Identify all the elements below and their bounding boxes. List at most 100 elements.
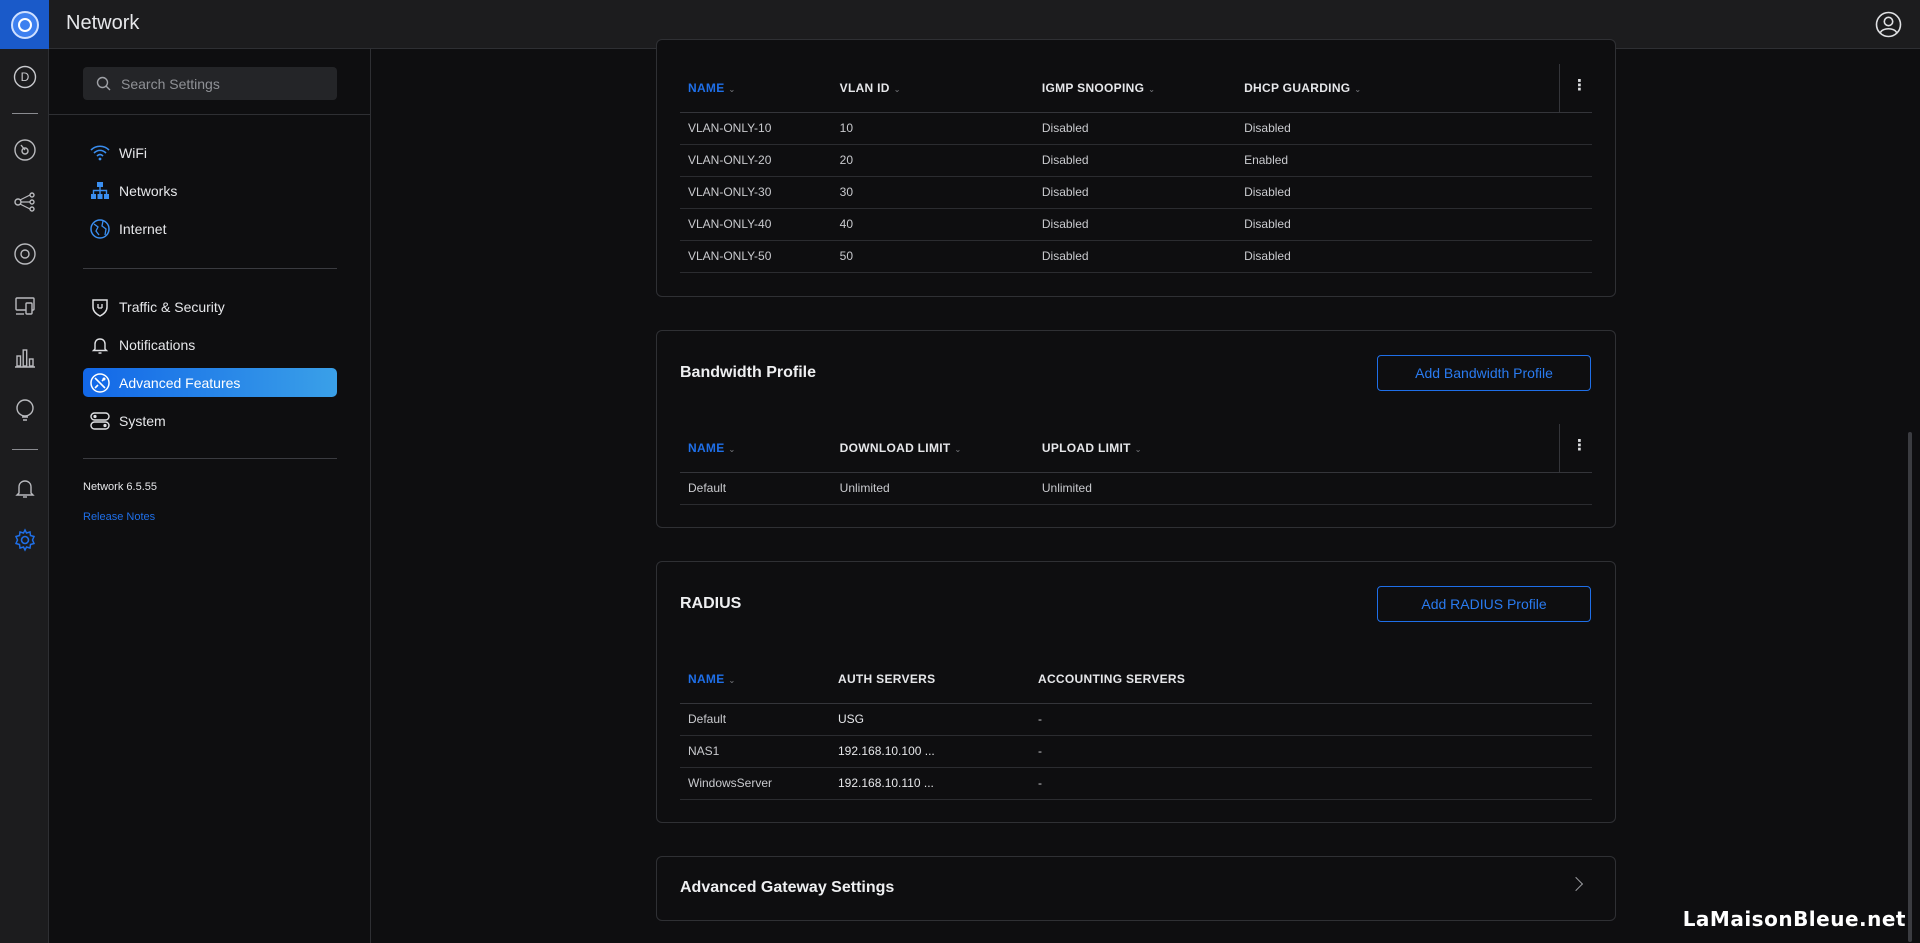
app-title: Network	[66, 12, 140, 34]
column-header-accounting-servers: ACCOUNTING SERVERS	[1030, 655, 1592, 704]
sidebar-item-label: Notifications	[119, 336, 196, 353]
sidebar-divider	[83, 458, 337, 459]
internet-icon	[90, 219, 110, 239]
sidebar-item-advanced-features[interactable]: Advanced Features	[83, 368, 337, 397]
left-rail: D	[0, 49, 49, 943]
table-row[interactable]: VLAN-ONLY-50 50 Disabled Disabled	[680, 240, 1592, 273]
settings-icon	[14, 528, 36, 552]
kebab-menu-icon	[1572, 436, 1587, 454]
card-title: Advanced Gateway Settings	[680, 879, 895, 896]
alerts-icon	[15, 480, 35, 498]
networks-icon	[91, 182, 109, 199]
shield-icon	[92, 299, 108, 317]
bandwidth-profile-card: Bandwidth Profile Add Bandwidth Profile …	[656, 330, 1616, 528]
topology-icon	[14, 192, 35, 212]
sidebar-item-system[interactable]: System	[83, 406, 337, 435]
column-header-name[interactable]: NAME ⌄	[680, 424, 832, 473]
sidebar-item-label: System	[119, 412, 166, 429]
watermark: LaMaisonBleue.net	[1682, 907, 1906, 931]
version-label: Network 6.5.55	[83, 481, 157, 493]
sort-caret-icon: ⌄	[728, 444, 736, 454]
column-header-vlan-id[interactable]: VLAN ID ⌄	[831, 64, 1034, 113]
column-header-auth-servers: AUTH SERVERS	[830, 655, 1030, 704]
vlan-card: NAME ⌄ VLAN ID ⌄ IGMP SNOOPING ⌄ DHCP GUARD…	[656, 39, 1616, 297]
rail-item-settings[interactable]	[12, 527, 38, 553]
app-logo[interactable]	[0, 0, 49, 49]
rail-item-dashboard[interactable]	[12, 137, 38, 163]
release-notes-link[interactable]: Release Notes	[83, 511, 155, 523]
card-title: RADIUS	[680, 595, 742, 612]
column-header-download-limit[interactable]: DOWNLOAD LIMIT ⌄	[831, 424, 1034, 473]
table-row[interactable]: VLAN-ONLY-10 10 Disabled Disabled	[680, 112, 1592, 145]
sort-caret-icon: ⌄	[893, 84, 901, 94]
rail-item-insights[interactable]	[12, 397, 38, 423]
rail-item-statistics[interactable]	[12, 345, 38, 371]
radius-card: RADIUS Add RADIUS Profile NAME ⌄ AUTH SER…	[656, 561, 1616, 823]
add-bandwidth-profile-button[interactable]: Add Bandwidth Profile	[1377, 355, 1591, 391]
clients-icon	[15, 297, 35, 315]
sidebar-item-label: Internet	[119, 220, 167, 237]
system-icon	[90, 412, 110, 430]
user-account-icon[interactable]	[1875, 11, 1902, 38]
column-options-button[interactable]	[1559, 424, 1592, 473]
card-title: Bandwidth Profile	[680, 364, 816, 381]
sidebar-item-internet[interactable]: Internet	[83, 214, 337, 243]
sidebar-divider	[49, 114, 371, 115]
sort-caret-icon: ⌄	[728, 675, 736, 685]
sidebar-item-wifi[interactable]: WiFi	[83, 138, 337, 167]
sidebar-item-label: Networks	[119, 182, 178, 199]
site-avatar[interactable]: D	[12, 64, 38, 90]
table-header-row: NAME ⌄ DOWNLOAD LIMIT ⌄ UPLOAD LIMIT ⌄	[680, 424, 1592, 473]
column-header-upload-limit[interactable]: UPLOAD LIMIT ⌄	[1033, 424, 1560, 473]
sidebar-divider	[83, 268, 337, 269]
sidebar-item-label: WiFi	[119, 144, 147, 161]
add-radius-profile-button[interactable]: Add RADIUS Profile	[1377, 586, 1591, 622]
insights-icon	[16, 399, 34, 421]
table-row[interactable]: VLAN-ONLY-20 20 Disabled Enabled	[680, 144, 1592, 177]
table-row[interactable]: VLAN-ONLY-30 30 Disabled Disabled	[680, 176, 1592, 209]
table-row[interactable]: WindowsServer 192.168.10.110 ... -	[680, 767, 1592, 800]
table-row[interactable]: VLAN-ONLY-40 40 Disabled Disabled	[680, 208, 1592, 241]
settings-sidebar: WiFi Networks Internet Traffic & Securit…	[49, 49, 371, 943]
bell-icon	[91, 338, 109, 354]
search-input[interactable]	[121, 67, 331, 100]
devices-icon	[14, 243, 36, 265]
advanced-features-icon	[90, 373, 110, 393]
rail-divider	[12, 449, 38, 450]
sort-caret-icon: ⌄	[954, 444, 962, 454]
main-content: NAME ⌄ VLAN ID ⌄ IGMP SNOOPING ⌄ DHCP GUARD…	[372, 39, 1920, 943]
bandwidth-table: NAME⌄ DOWNLOAD LIMIT⌄ UPLOAD LIMIT⌄ Defa…	[680, 424, 1592, 505]
sort-caret-icon: ⌄	[728, 84, 736, 94]
vlan-table: NAME ⌄ VLAN ID ⌄ IGMP SNOOPING ⌄ DHCP GUARD…	[680, 64, 1592, 273]
sidebar-item-networks[interactable]: Networks	[83, 176, 337, 205]
sidebar-item-notifications[interactable]: Notifications	[83, 330, 337, 359]
sort-caret-icon: ⌄	[1148, 84, 1156, 94]
sidebar-item-label: Advanced Features	[119, 374, 241, 391]
column-header-name[interactable]: NAME ⌄	[680, 64, 832, 113]
kebab-menu-icon	[1572, 76, 1587, 94]
table-row[interactable]: Default USG -	[680, 703, 1592, 736]
sort-caret-icon: ⌄	[1134, 444, 1142, 454]
column-options-button[interactable]	[1559, 64, 1592, 113]
search-box[interactable]	[83, 67, 337, 100]
rail-item-topology[interactable]	[12, 189, 38, 215]
scrollbar[interactable]	[1908, 432, 1912, 942]
column-header-igmp-snooping[interactable]: IGMP SNOOPING ⌄	[1033, 64, 1237, 113]
logo-icon	[10, 10, 39, 39]
rail-item-clients[interactable]	[12, 293, 38, 319]
statistics-icon	[15, 349, 35, 368]
rail-item-devices[interactable]	[12, 241, 38, 267]
column-header-dhcp-guarding[interactable]: DHCP GUARDING ⌄	[1236, 64, 1560, 113]
site-avatar-letter: D	[20, 70, 30, 84]
rail-divider	[12, 113, 38, 114]
table-header-row: NAME ⌄ VLAN ID ⌄ IGMP SNOOPING ⌄ DHCP GUARD…	[680, 64, 1592, 113]
wifi-icon	[90, 145, 110, 161]
sort-caret-icon: ⌄	[1354, 84, 1362, 94]
advanced-gateway-settings-card[interactable]: Advanced Gateway Settings	[656, 856, 1616, 921]
sidebar-item-label: Traffic & Security	[119, 298, 225, 315]
table-row[interactable]: NAS1 192.168.10.100 ... -	[680, 735, 1592, 768]
sidebar-item-traffic-security[interactable]: Traffic & Security	[83, 292, 337, 321]
rail-item-alerts[interactable]	[12, 475, 38, 501]
table-row[interactable]: Default Unlimited Unlimited	[680, 472, 1592, 505]
column-header-name[interactable]: NAME ⌄	[680, 655, 830, 704]
